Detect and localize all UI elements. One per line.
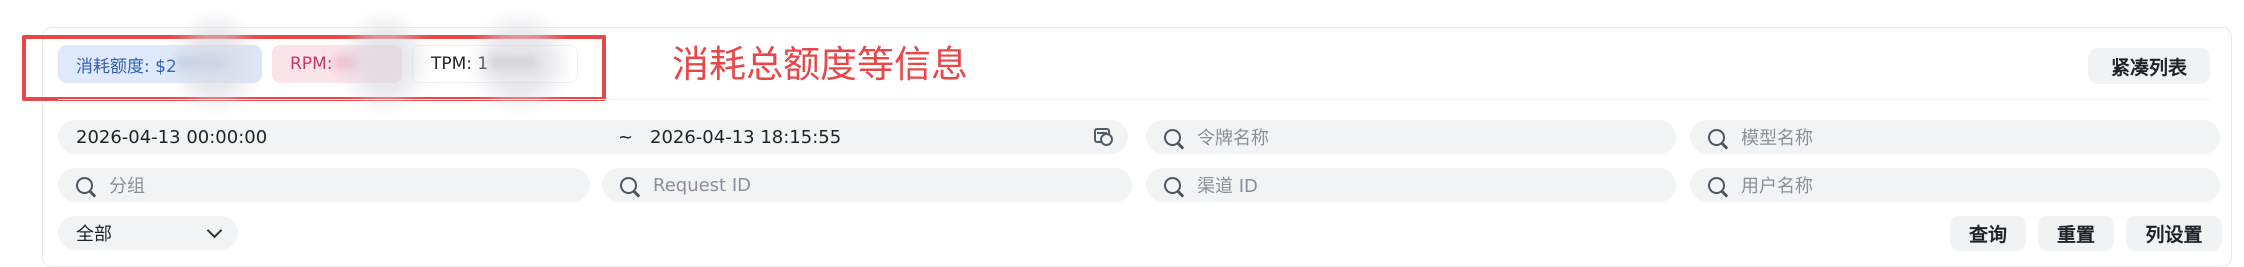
- date-start-value[interactable]: 2026-04-13 00:00:00: [76, 127, 267, 148]
- user-name-input[interactable]: 用户名称: [1690, 168, 2220, 202]
- query-button[interactable]: 查询: [1950, 216, 2026, 251]
- date-end-value[interactable]: 2026-04-13 18:15:55: [650, 127, 841, 148]
- search-icon: [76, 176, 93, 194]
- search-icon: [1164, 128, 1181, 146]
- calendar-clock-icon[interactable]: [1094, 128, 1113, 146]
- privacy-blur-spot: [480, 22, 560, 102]
- search-icon: [1708, 176, 1725, 194]
- date-range-separator: ~: [618, 126, 634, 148]
- request-id-placeholder: Request ID: [653, 174, 752, 196]
- model-name-placeholder: 模型名称: [1741, 128, 1813, 149]
- divider: [58, 99, 2210, 100]
- search-icon: [620, 176, 637, 194]
- user-name-placeholder: 用户名称: [1741, 176, 1813, 197]
- reset-button[interactable]: 重置: [2038, 216, 2114, 251]
- compact-list-button[interactable]: 紧凑列表: [2088, 48, 2210, 84]
- column-settings-button[interactable]: 列设置: [2126, 216, 2222, 251]
- log-type-select[interactable]: 全部: [58, 216, 238, 250]
- annotation-text: 消耗总额度等信息: [672, 43, 968, 86]
- rpm-stat-label: RPM:: [290, 54, 333, 74]
- token-name-input[interactable]: 令牌名称: [1146, 120, 1676, 154]
- search-icon: [1164, 176, 1181, 194]
- date-range-picker[interactable]: 2026-04-13 00:00:00 ~ 2026-04-13 18:15:5…: [58, 120, 1128, 154]
- privacy-blur-spot: [350, 22, 420, 102]
- channel-id-placeholder: 渠道 ID: [1197, 176, 1258, 197]
- log-type-select-value: 全部: [76, 224, 112, 245]
- channel-id-input[interactable]: 渠道 ID: [1146, 168, 1676, 202]
- model-name-input[interactable]: 模型名称: [1690, 120, 2220, 154]
- privacy-blur-spot: [180, 22, 250, 102]
- chevron-down-icon: [206, 222, 223, 238]
- group-input[interactable]: 分组: [58, 168, 590, 202]
- token-name-placeholder: 令牌名称: [1197, 128, 1269, 149]
- search-icon: [1708, 128, 1725, 146]
- request-id-input[interactable]: Request ID: [602, 168, 1132, 202]
- quota-stat-label: 消耗额度: $2: [76, 56, 177, 77]
- group-placeholder: 分组: [109, 176, 145, 197]
